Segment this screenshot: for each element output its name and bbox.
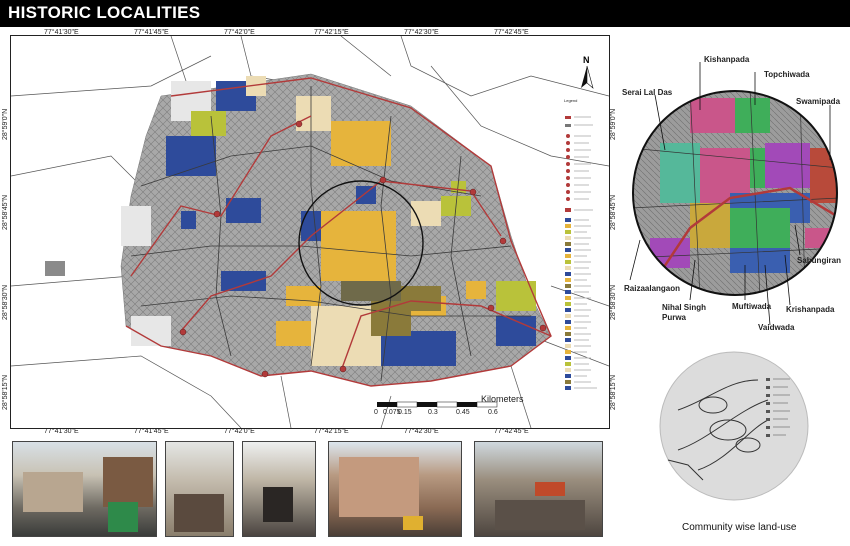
top-coord: 77°42'0"E [224, 29, 255, 36]
street-photo-4 [328, 441, 462, 537]
top-coord: 77°42'15"E [314, 29, 349, 36]
street-photo-1 [12, 441, 157, 537]
map-canvas: N Legend [11, 36, 609, 428]
street-photo-3 [242, 441, 316, 537]
bottom-coord: 77°42'15"E [314, 428, 349, 435]
main-map[interactable]: N Legend Kilometers 0 0.075 0.15 0.3 0.4… [10, 35, 610, 429]
left-coord: 28°58'30"N [2, 284, 9, 320]
legend-title: Legend [564, 98, 577, 103]
left-coord: 28°58'15"N [2, 374, 9, 410]
locality-label: Vaidwada [758, 323, 795, 332]
locality-label: Sabungiran [797, 256, 842, 265]
top-coord: 77°42'30"E [404, 29, 439, 36]
left-coord: 28°58'45"N [2, 194, 9, 230]
scale-tick: 0.15 [398, 409, 412, 416]
scale-tick: 0.45 [456, 409, 470, 416]
scale-tick: 0 [374, 409, 378, 416]
top-coord: 77°41'45"E [134, 29, 169, 36]
page-title: HISTORIC LOCALITIES [8, 3, 201, 22]
map-legend: Legend [564, 98, 597, 390]
street-photo-5 [474, 441, 603, 537]
locality-label: Nihal Singh Purwa [662, 303, 706, 322]
legend-swatches [565, 116, 571, 390]
scale-tick: 0.6 [488, 409, 498, 416]
bottom-coord: 77°41'45"E [134, 428, 169, 435]
bottom-coord: 77°42'0"E [224, 428, 255, 435]
locality-label: Swamipada [796, 97, 841, 106]
locality-label: Topchiwada [764, 70, 810, 79]
locality-label: Krishanpada [786, 305, 835, 314]
street-photo-2 [165, 441, 234, 537]
north-label: N [583, 55, 590, 65]
locality-label: Raizaalangaon [624, 284, 681, 293]
bottom-coord: 77°41'30"E [44, 428, 79, 435]
right-coord: 28°58'15"N [610, 374, 617, 410]
locality-label: Muftiwada [732, 302, 772, 311]
scale-bar [377, 401, 498, 408]
bottom-coord: 77°42'30"E [404, 428, 439, 435]
scale-tick: 0.3 [428, 409, 438, 416]
locality-label: Serai Lal Das [622, 88, 673, 97]
left-coord: 28°59'0"N [2, 108, 9, 140]
top-coord: 77°41'30"E [44, 29, 79, 36]
locality-label: Kishanpada [704, 55, 750, 64]
legend-text-lines [574, 116, 597, 389]
bottom-coord: 77°42'45"E [494, 428, 529, 435]
scale-unit: Kilometers [481, 394, 524, 404]
top-coord: 77°42'45"E [494, 29, 529, 36]
land-use-sketch [658, 350, 810, 502]
north-arrow-icon [581, 65, 594, 89]
sketch-caption: Community wise land-use [682, 522, 797, 533]
title-bar: HISTORIC LOCALITIES [0, 0, 850, 27]
